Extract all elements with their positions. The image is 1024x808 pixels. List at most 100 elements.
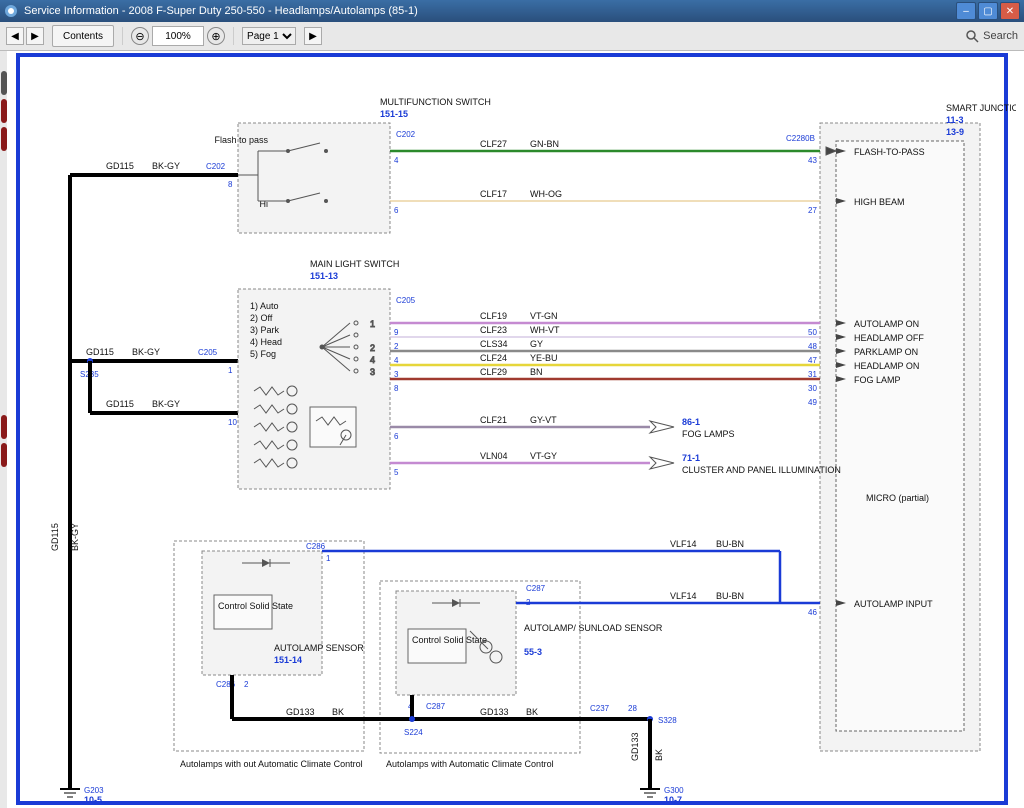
nav-fwd-button[interactable]: ▶: [26, 27, 44, 45]
svg-text:3: 3: [394, 370, 399, 379]
bead: [1, 415, 7, 439]
nav-back-button[interactable]: ◀: [6, 27, 24, 45]
svg-text:2: 2: [244, 680, 249, 689]
svg-text:C287: C287: [426, 702, 446, 711]
svg-text:CLF17: CLF17: [480, 189, 507, 199]
svg-text:GY-VT: GY-VT: [530, 415, 557, 425]
svg-text:BK: BK: [654, 749, 664, 761]
svg-text:C237: C237: [590, 704, 610, 713]
bead: [1, 99, 7, 123]
svg-text:MULTIFUNCTION SWITCH: MULTIFUNCTION SWITCH: [380, 97, 491, 107]
svg-text:27: 27: [808, 206, 817, 215]
svg-text:10: 10: [228, 418, 237, 427]
svg-text:S328: S328: [658, 716, 677, 725]
svg-text:C202: C202: [206, 162, 226, 171]
svg-text:Flash to pass: Flash to pass: [214, 135, 268, 145]
svg-text:Control Solid State: Control Solid State: [218, 601, 293, 611]
svg-text:4) Head: 4) Head: [250, 337, 282, 347]
svg-text:BK-GY: BK-GY: [70, 523, 80, 551]
svg-text:HEADLAMP OFF: HEADLAMP OFF: [854, 333, 924, 343]
svg-text:GN-BN: GN-BN: [530, 139, 559, 149]
svg-text:49: 49: [808, 398, 817, 407]
svg-text:GD115: GD115: [106, 161, 134, 171]
svg-text:Autolamps with Automatic Clima: Autolamps with Automatic Climate Control: [386, 759, 554, 769]
minimize-button[interactable]: –: [956, 2, 976, 20]
svg-text:2: 2: [394, 342, 399, 351]
svg-text:VLF14: VLF14: [670, 539, 697, 549]
svg-text:CLUSTER AND PANEL ILLUMINATION: CLUSTER AND PANEL ILLUMINATION: [682, 465, 841, 475]
svg-text:WH-OG: WH-OG: [530, 189, 562, 199]
svg-text:GD115: GD115: [50, 523, 60, 551]
svg-text:HEADLAMP ON: HEADLAMP ON: [854, 361, 919, 371]
svg-text:BK-GY: BK-GY: [132, 347, 160, 357]
svg-text:55-3: 55-3: [524, 647, 542, 657]
maximize-button[interactable]: ▢: [978, 2, 998, 20]
contents-button[interactable]: Contents: [52, 25, 114, 47]
svg-text:10-5: 10-5: [84, 795, 102, 805]
svg-text:46: 46: [808, 608, 817, 617]
multifunction-switch-block: MULTIFUNCTION SWITCH 151-15 Flash to pas…: [214, 97, 490, 233]
svg-text:AUTOLAMP ON: AUTOLAMP ON: [854, 319, 919, 329]
svg-text:151-14: 151-14: [274, 655, 302, 665]
svg-text:VLN04: VLN04: [480, 451, 508, 461]
zoom-in-button[interactable]: ⊕: [207, 27, 225, 45]
svg-text:71-1: 71-1: [682, 453, 700, 463]
svg-text:6: 6: [394, 206, 399, 215]
svg-text:3: 3: [370, 367, 375, 377]
svg-text:5: 5: [394, 468, 399, 477]
svg-text:GD133: GD133: [286, 707, 315, 717]
svg-text:C287: C287: [526, 584, 546, 593]
svg-text:BN: BN: [530, 367, 543, 377]
svg-text:10-7: 10-7: [664, 795, 682, 805]
svg-text:GD115: GD115: [106, 399, 134, 409]
svg-text:FOG LAMP: FOG LAMP: [854, 375, 901, 385]
search-button[interactable]: Search: [965, 29, 1018, 43]
wire-clf21: 6 CLF21GY-VT 86-1 FOG LAMPS: [390, 415, 735, 441]
svg-text:AUTOLAMP/ SUNLOAD SENSOR: AUTOLAMP/ SUNLOAD SENSOR: [524, 623, 663, 633]
svg-text:151-15: 151-15: [380, 109, 408, 119]
bead: [1, 127, 7, 151]
app-icon: [4, 4, 18, 18]
svg-text:1) Auto: 1) Auto: [250, 301, 279, 311]
autolamp-sunload-block: Control Solid State AUTOLAMP/ SUNLOAD SE…: [380, 581, 663, 769]
svg-text:GY: GY: [530, 339, 543, 349]
svg-text:CLF24: CLF24: [480, 353, 507, 363]
svg-text:13-9: 13-9: [946, 127, 964, 137]
toolbar-separator: [122, 27, 123, 45]
ruler-sidebar: [0, 51, 7, 808]
svg-text:GD115: GD115: [86, 347, 114, 357]
svg-text:CLF29: CLF29: [480, 367, 507, 377]
toolbar: ◀ ▶ Contents ⊖ ⊕ Page 1 ▶ Search: [0, 22, 1024, 51]
svg-text:2: 2: [370, 343, 375, 353]
svg-text:4: 4: [370, 355, 375, 365]
svg-text:VT-GY: VT-GY: [530, 451, 557, 461]
svg-text:CLF21: CLF21: [480, 415, 507, 425]
svg-text:C205: C205: [198, 348, 218, 357]
svg-text:PARKLAMP ON: PARKLAMP ON: [854, 347, 918, 357]
svg-text:BU-BN: BU-BN: [716, 591, 744, 601]
svg-text:SMART JUNCTION BOX (SJB): SMART JUNCTION BOX (SJB): [946, 103, 1016, 113]
svg-text:30: 30: [808, 384, 817, 393]
zoom-out-button[interactable]: ⊖: [131, 27, 149, 45]
search-icon: [965, 29, 979, 43]
wiring-diagram: SMART JUNCTION BOX (SJB) 11-3 13-9 MICRO…: [10, 51, 1024, 808]
svg-text:CLF23: CLF23: [480, 325, 507, 335]
toolbar-separator: [233, 27, 234, 45]
svg-text:AUTOLAMP INPUT: AUTOLAMP INPUT: [854, 599, 933, 609]
search-label: Search: [983, 30, 1018, 42]
svg-text:BU-BN: BU-BN: [716, 539, 744, 549]
svg-text:1: 1: [228, 366, 233, 375]
svg-text:4: 4: [394, 356, 399, 365]
svg-text:GD133: GD133: [480, 707, 509, 717]
svg-text:VT-GN: VT-GN: [530, 311, 558, 321]
svg-text:G300: G300: [664, 786, 684, 795]
page-select[interactable]: Page 1: [242, 27, 296, 45]
svg-text:6: 6: [394, 432, 399, 441]
svg-text:4: 4: [394, 156, 399, 165]
zoom-input[interactable]: [152, 26, 204, 46]
svg-text:28: 28: [628, 704, 637, 713]
svg-text:3) Park: 3) Park: [250, 325, 280, 335]
page-next-button[interactable]: ▶: [304, 27, 322, 45]
close-button[interactable]: ✕: [1000, 2, 1020, 20]
svg-text:BK-GY: BK-GY: [152, 161, 180, 171]
